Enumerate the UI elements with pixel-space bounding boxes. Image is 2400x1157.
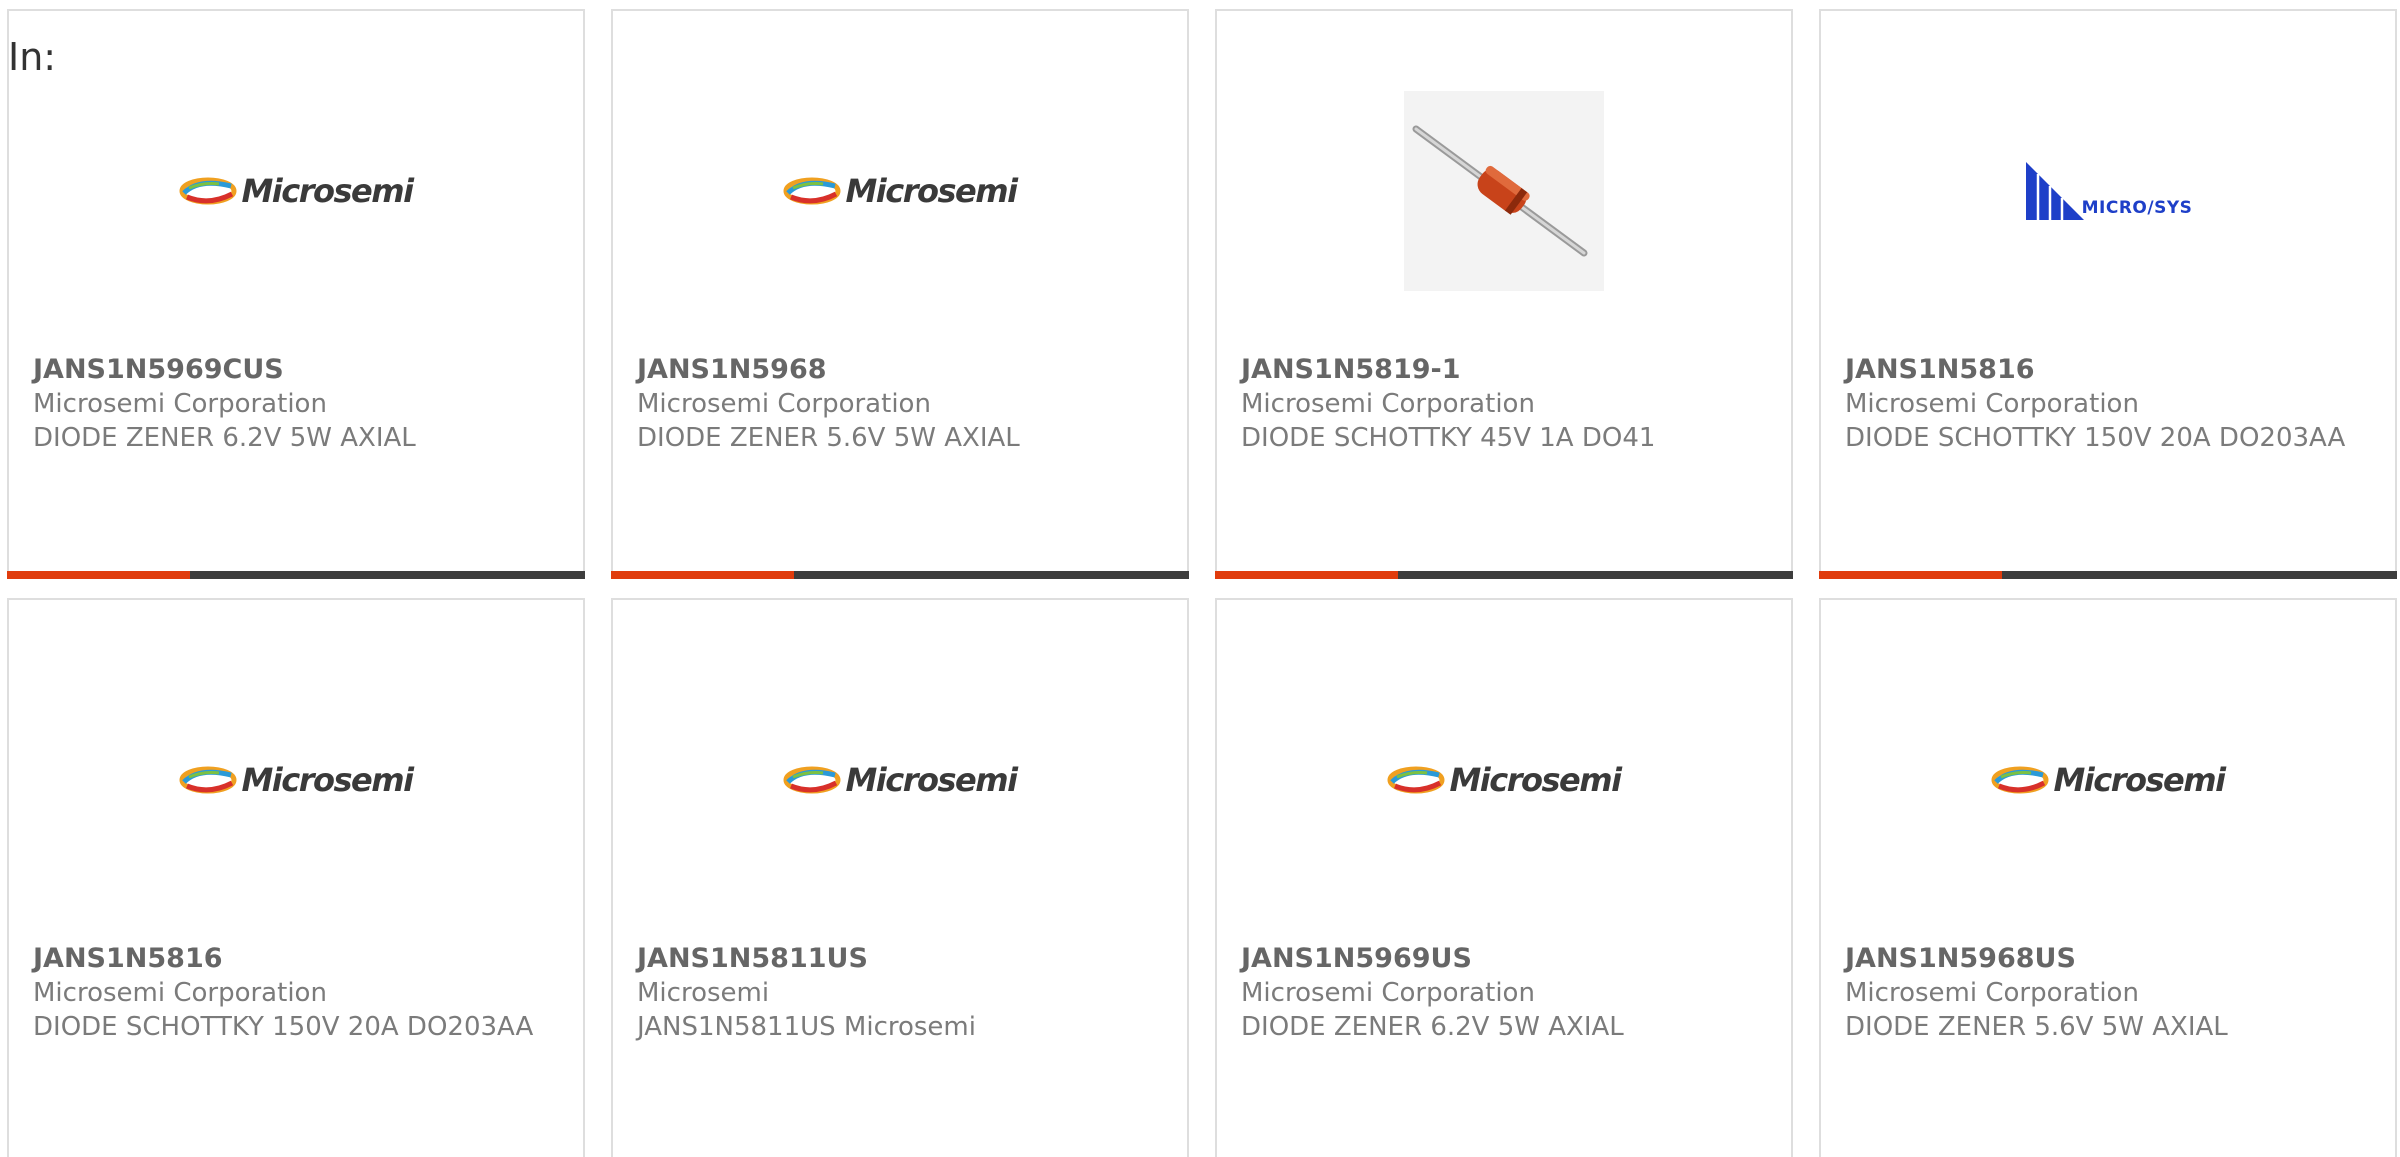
- accent-segment: [611, 571, 794, 579]
- manufacturer: Microsemi Corporation: [1845, 978, 2139, 1008]
- manufacturer: Microsemi: [637, 978, 770, 1008]
- card-accent-bar: [7, 571, 585, 579]
- microsemi-logo: Microsemi: [1991, 761, 2226, 799]
- product-image[interactable]: Microsemi: [9, 655, 583, 905]
- microsemi-wordmark: Microsemi: [845, 172, 1018, 210]
- microsemi-swirl-icon: [179, 177, 237, 205]
- product-card[interactable]: MICRO/SYS JANS1N5816 Microsemi Corporati…: [1819, 9, 2397, 579]
- manufacturer: Microsemi Corporation: [33, 389, 327, 419]
- product-info: JANS1N5816 Microsemi Corporation DIODE S…: [1845, 353, 2375, 455]
- product-image[interactable]: Microsemi: [613, 66, 1187, 316]
- microsemi-wordmark: Microsemi: [241, 172, 414, 210]
- product-info: JANS1N5968 Microsemi Corporation DIODE Z…: [637, 353, 1167, 455]
- microsemi-logo: Microsemi: [1387, 761, 1622, 799]
- product-info: JANS1N5969CUS Microsemi Corporation DIOD…: [33, 353, 563, 455]
- part-number[interactable]: JANS1N5811US: [637, 942, 1167, 976]
- product-info: JANS1N5819-1 Microsemi Corporation DIODE…: [1241, 353, 1771, 455]
- microsemi-swirl-icon: [783, 177, 841, 205]
- microsemi-swirl-icon: [1991, 766, 2049, 794]
- product-card[interactable]: Microsemi JANS1N5968US Microsemi Corpora…: [1819, 598, 2397, 1157]
- part-number[interactable]: JANS1N5968: [637, 353, 1167, 387]
- product-info: JANS1N5969US Microsemi Corporation DIODE…: [1241, 942, 1771, 1044]
- description: DIODE ZENER 5.6V 5W AXIAL: [1845, 1012, 2228, 1042]
- product-image[interactable]: [1217, 66, 1791, 316]
- product-card[interactable]: JANS1N5819-1 Microsemi Corporation DIODE…: [1215, 9, 1793, 579]
- microsemi-swirl-icon: [1387, 766, 1445, 794]
- product-info: JANS1N5811US Microsemi JANS1N5811US Micr…: [637, 942, 1167, 1044]
- microsys-logo: MICRO/SYS: [2024, 160, 2193, 222]
- product-image[interactable]: MICRO/SYS: [1821, 66, 2395, 316]
- microsemi-wordmark: Microsemi: [241, 761, 414, 799]
- microsemi-wordmark: Microsemi: [2053, 761, 2226, 799]
- product-card[interactable]: Microsemi JANS1N5969CUS Microsemi Corpor…: [7, 9, 585, 579]
- card-accent-bar: [611, 571, 1189, 579]
- description: DIODE ZENER 6.2V 5W AXIAL: [33, 423, 416, 453]
- microsemi-logo: Microsemi: [783, 761, 1018, 799]
- card-accent-bar: [1215, 571, 1793, 579]
- accent-segment: [7, 571, 190, 579]
- microsemi-wordmark: Microsemi: [1449, 761, 1622, 799]
- product-card[interactable]: Microsemi JANS1N5968 Microsemi Corporati…: [611, 9, 1189, 579]
- description: JANS1N5811US Microsemi: [637, 1012, 976, 1042]
- card-accent-bar: [1819, 571, 2397, 579]
- manufacturer: Microsemi Corporation: [637, 389, 931, 419]
- microsemi-logo: Microsemi: [783, 172, 1018, 210]
- part-number[interactable]: JANS1N5816: [33, 942, 563, 976]
- description: DIODE SCHOTTKY 45V 1A DO41: [1241, 423, 1656, 453]
- microsemi-swirl-icon: [179, 766, 237, 794]
- product-image[interactable]: Microsemi: [9, 66, 583, 316]
- microsemi-swirl-icon: [783, 766, 841, 794]
- product-image[interactable]: Microsemi: [613, 655, 1187, 905]
- description: DIODE SCHOTTKY 150V 20A DO203AA: [1845, 423, 2346, 453]
- accent-segment: [1819, 571, 2002, 579]
- manufacturer: Microsemi Corporation: [1845, 389, 2139, 419]
- manufacturer: Microsemi Corporation: [1241, 978, 1535, 1008]
- part-number[interactable]: JANS1N5968US: [1845, 942, 2375, 976]
- description: DIODE ZENER 6.2V 5W AXIAL: [1241, 1012, 1624, 1042]
- product-info: JANS1N5968US Microsemi Corporation DIODE…: [1845, 942, 2375, 1044]
- product-image[interactable]: Microsemi: [1821, 655, 2395, 905]
- part-number[interactable]: JANS1N5819-1: [1241, 353, 1771, 387]
- product-card[interactable]: Microsemi JANS1N5811US Microsemi JANS1N5…: [611, 598, 1189, 1157]
- microsemi-logo: Microsemi: [179, 172, 414, 210]
- diode-photo-icon: [1404, 91, 1604, 291]
- manufacturer: Microsemi Corporation: [1241, 389, 1535, 419]
- product-info: JANS1N5816 Microsemi Corporation DIODE S…: [33, 942, 563, 1044]
- manufacturer: Microsemi Corporation: [33, 978, 327, 1008]
- accent-segment: [1215, 571, 1398, 579]
- description: DIODE ZENER 5.6V 5W AXIAL: [637, 423, 1020, 453]
- microsemi-wordmark: Microsemi: [845, 761, 1018, 799]
- part-number[interactable]: JANS1N5969US: [1241, 942, 1771, 976]
- description: DIODE SCHOTTKY 150V 20A DO203AA: [33, 1012, 534, 1042]
- product-image[interactable]: Microsemi: [1217, 655, 1791, 905]
- microsemi-logo: Microsemi: [179, 761, 414, 799]
- microsys-triangle-icon: [2025, 162, 2084, 220]
- product-card[interactable]: Microsemi JANS1N5816 Microsemi Corporati…: [7, 598, 585, 1157]
- part-number[interactable]: JANS1N5816: [1845, 353, 2375, 387]
- product-grid-page: In: Microsemi JANS1N5969CUS Microsemi Co…: [0, 0, 2400, 1157]
- part-number[interactable]: JANS1N5969CUS: [33, 353, 563, 387]
- product-card[interactable]: Microsemi JANS1N5969US Microsemi Corpora…: [1215, 598, 1793, 1157]
- microsys-wordmark: MICRO/SYS: [2081, 198, 2193, 218]
